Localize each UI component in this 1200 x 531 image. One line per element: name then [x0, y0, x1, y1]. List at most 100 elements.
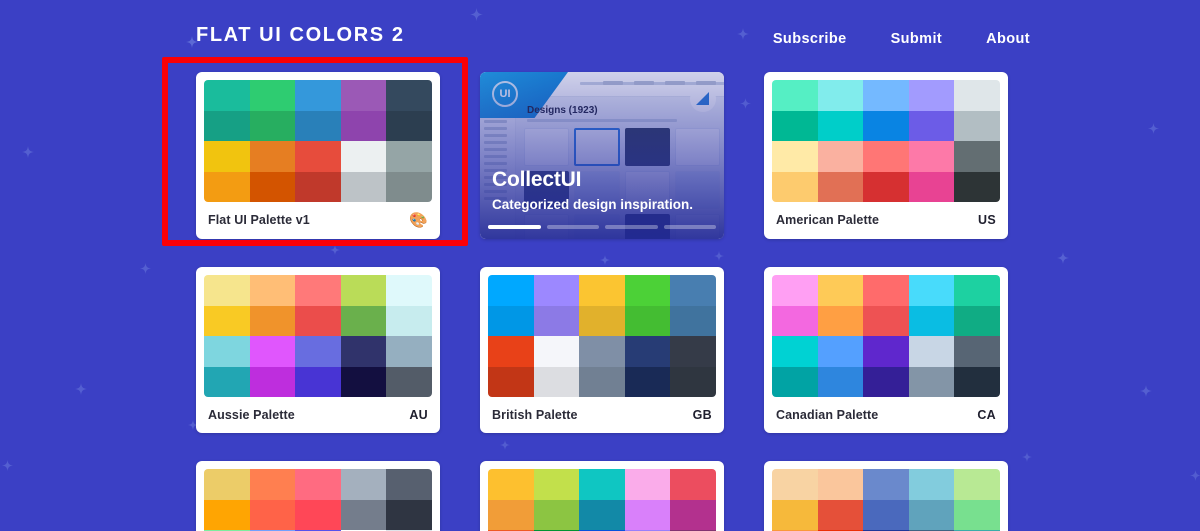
palette-card-british-palette[interactable]: British Palette GB [480, 267, 724, 433]
color-swatch[interactable] [249, 336, 296, 367]
color-swatch[interactable] [817, 80, 864, 111]
color-swatch[interactable] [772, 141, 818, 172]
palette-card-russian-palette[interactable] [196, 461, 440, 531]
palette-card-aussie-palette[interactable]: Aussie Palette AU [196, 267, 440, 433]
color-swatch[interactable] [533, 469, 580, 500]
color-swatch[interactable] [579, 469, 625, 500]
color-swatch[interactable] [249, 80, 296, 111]
color-swatch[interactable] [954, 141, 1000, 172]
color-swatch[interactable] [817, 171, 864, 202]
color-swatch[interactable] [340, 80, 387, 111]
nav-about[interactable]: About [986, 31, 1030, 47]
color-swatch[interactable] [249, 275, 296, 306]
palette-card-american-palette[interactable]: American Palette US [764, 72, 1008, 239]
color-swatch[interactable] [204, 305, 250, 336]
color-swatch[interactable] [295, 499, 341, 530]
color-swatch[interactable] [624, 336, 671, 367]
ad-progress-segment[interactable] [546, 225, 599, 229]
palette-card-flat-ui-palette-v1[interactable]: Flat UI Palette v1 🎨 [196, 72, 440, 239]
color-swatch[interactable] [863, 499, 909, 530]
color-swatch[interactable] [954, 336, 1000, 367]
color-swatch[interactable] [670, 305, 716, 336]
color-swatch[interactable] [908, 110, 955, 141]
color-swatch[interactable] [249, 305, 296, 336]
color-swatch[interactable] [386, 336, 432, 367]
color-swatch[interactable] [624, 366, 671, 397]
color-swatch[interactable] [386, 275, 432, 306]
color-swatch[interactable] [249, 141, 296, 172]
color-swatch[interactable] [386, 171, 432, 202]
color-swatch[interactable] [488, 275, 534, 306]
color-swatch[interactable] [295, 275, 341, 306]
color-swatch[interactable] [340, 110, 387, 141]
color-swatch[interactable] [908, 141, 955, 172]
color-swatch[interactable] [863, 141, 909, 172]
color-swatch[interactable] [670, 336, 716, 367]
color-swatch[interactable] [772, 80, 818, 111]
color-swatch[interactable] [340, 499, 387, 530]
color-swatch[interactable] [954, 469, 1000, 500]
color-swatch[interactable] [533, 275, 580, 306]
ad-progress-segment[interactable] [663, 225, 716, 229]
color-swatch[interactable] [295, 80, 341, 111]
color-swatch[interactable] [908, 275, 955, 306]
color-swatch[interactable] [624, 305, 671, 336]
color-swatch[interactable] [670, 366, 716, 397]
color-swatch[interactable] [340, 366, 387, 397]
color-swatch[interactable] [863, 80, 909, 111]
color-swatch[interactable] [772, 275, 818, 306]
color-swatch[interactable] [817, 275, 864, 306]
color-swatch[interactable] [954, 110, 1000, 141]
color-swatch[interactable] [908, 499, 955, 530]
color-swatch[interactable] [954, 305, 1000, 336]
color-swatch[interactable] [295, 469, 341, 500]
color-swatch[interactable] [954, 171, 1000, 202]
color-swatch[interactable] [954, 275, 1000, 306]
color-swatch[interactable] [249, 366, 296, 397]
nav-submit[interactable]: Submit [891, 31, 943, 47]
color-swatch[interactable] [295, 305, 341, 336]
color-swatch[interactable] [908, 469, 955, 500]
color-swatch[interactable] [249, 110, 296, 141]
color-swatch[interactable] [386, 469, 432, 500]
color-swatch[interactable] [295, 171, 341, 202]
color-swatch[interactable] [579, 275, 625, 306]
color-swatch[interactable] [670, 275, 716, 306]
color-swatch[interactable] [533, 499, 580, 530]
color-swatch[interactable] [386, 110, 432, 141]
color-swatch[interactable] [863, 110, 909, 141]
color-swatch[interactable] [817, 141, 864, 172]
color-swatch[interactable] [204, 469, 250, 500]
color-swatch[interactable] [908, 171, 955, 202]
nav-subscribe[interactable]: Subscribe [773, 31, 847, 47]
color-swatch[interactable] [863, 366, 909, 397]
color-swatch[interactable] [954, 366, 1000, 397]
palette-card-spanish-palette[interactable] [764, 461, 1008, 531]
color-swatch[interactable] [624, 275, 671, 306]
color-swatch[interactable] [204, 171, 250, 202]
color-swatch[interactable] [340, 141, 387, 172]
color-swatch[interactable] [533, 336, 580, 367]
color-swatch[interactable] [386, 141, 432, 172]
color-swatch[interactable] [772, 499, 818, 530]
color-swatch[interactable] [817, 499, 864, 530]
color-swatch[interactable] [249, 499, 296, 530]
color-swatch[interactable] [817, 110, 864, 141]
color-swatch[interactable] [579, 366, 625, 397]
color-swatch[interactable] [295, 110, 341, 141]
color-swatch[interactable] [340, 305, 387, 336]
color-swatch[interactable] [670, 469, 716, 500]
color-swatch[interactable] [204, 141, 250, 172]
color-swatch[interactable] [863, 171, 909, 202]
color-swatch[interactable] [204, 366, 250, 397]
color-swatch[interactable] [579, 336, 625, 367]
color-swatch[interactable] [204, 499, 250, 530]
color-swatch[interactable] [488, 305, 534, 336]
color-swatch[interactable] [204, 80, 250, 111]
color-swatch[interactable] [908, 305, 955, 336]
color-swatch[interactable] [488, 499, 534, 530]
color-swatch[interactable] [908, 80, 955, 111]
color-swatch[interactable] [670, 499, 716, 530]
color-swatch[interactable] [340, 171, 387, 202]
color-swatch[interactable] [204, 275, 250, 306]
